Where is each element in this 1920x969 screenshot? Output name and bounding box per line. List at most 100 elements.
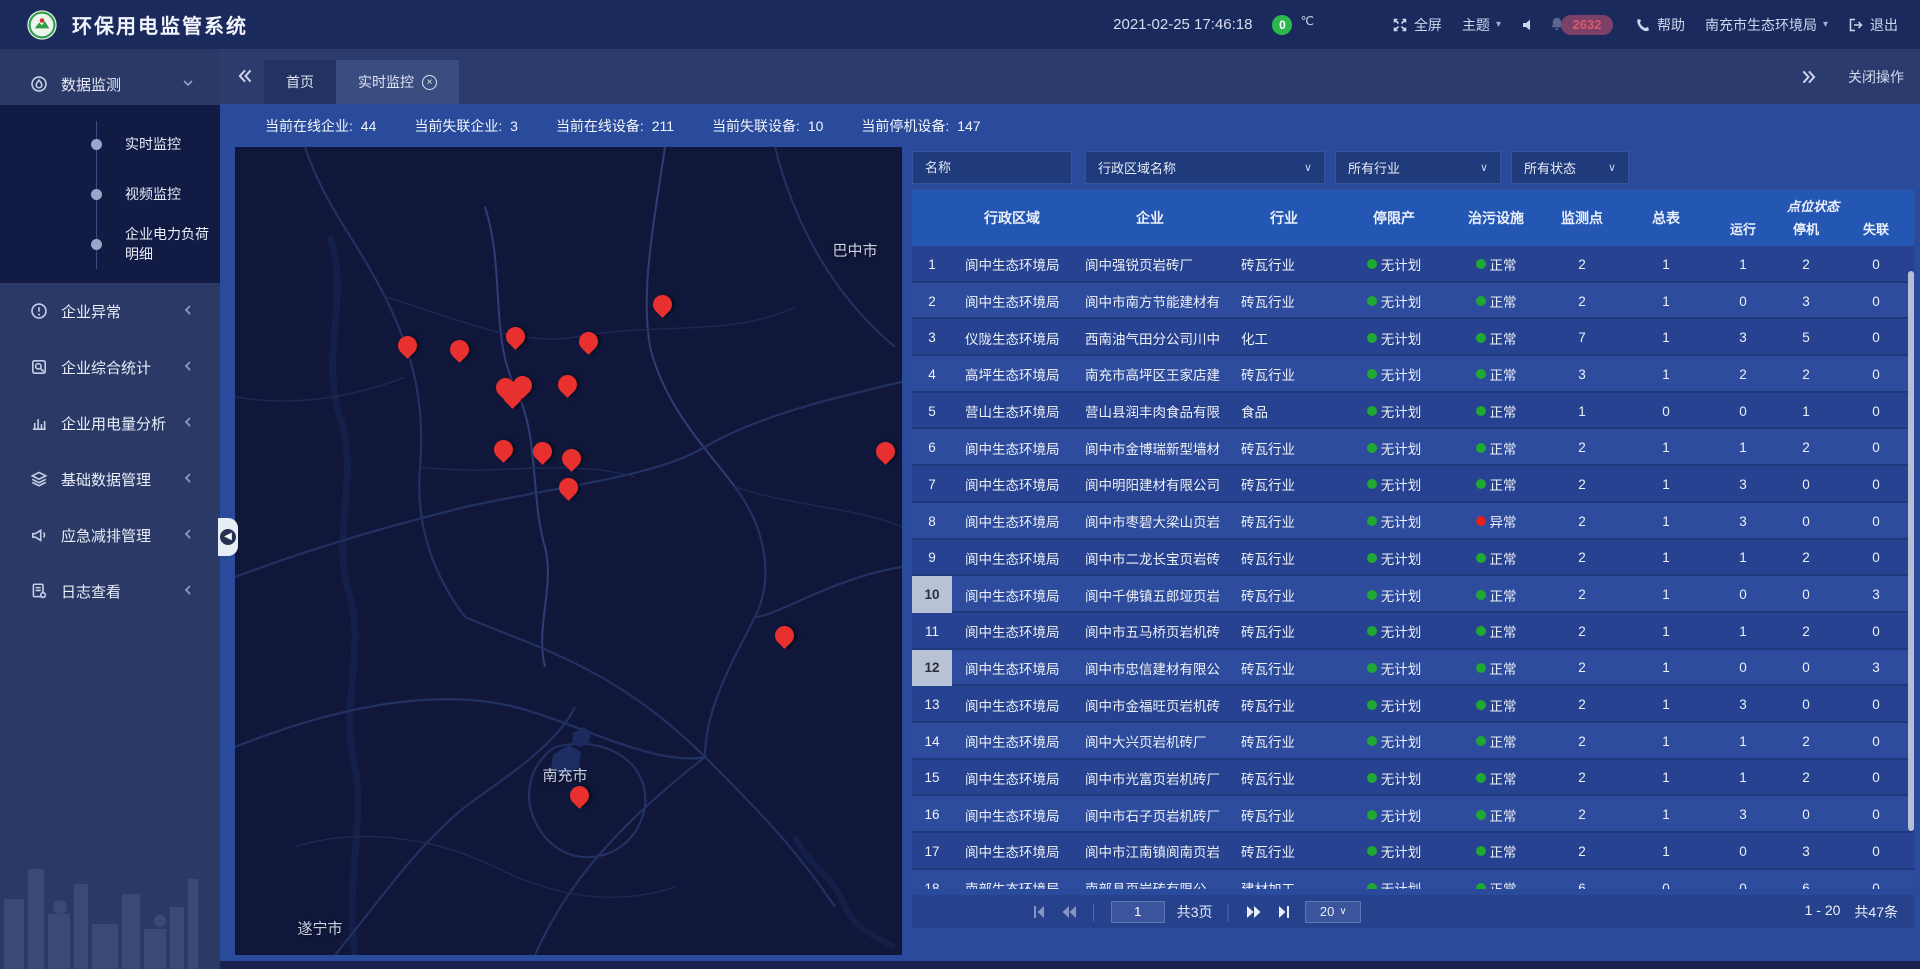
cell-company: 阆中千佛镇五郎垭页岩 bbox=[1072, 576, 1228, 613]
enterprise-table: 行政区域 企业 行业 停限产 治污设施 监测点 总表 点位状态 运行 停机 失联 bbox=[912, 190, 1914, 889]
sidebar-item-chart[interactable]: 企业用电量分析 bbox=[0, 395, 220, 451]
table-row[interactable]: 18 南部生态环境局 南部县页岩砖有限公 建材加工 无计划 正常 6 0 0 6… bbox=[912, 870, 1914, 889]
table-row[interactable]: 13 阆中生态环境局 阆中市金福旺页岩机砖 砖瓦行业 无计划 正常 2 1 3 … bbox=[912, 686, 1914, 723]
row-index: 8 bbox=[912, 503, 952, 540]
table-row[interactable]: 7 阆中生态环境局 阆中明阳建材有限公司 砖瓦行业 无计划 正常 2 1 3 0… bbox=[912, 466, 1914, 503]
cell-offline: 3 bbox=[1838, 576, 1914, 613]
cell-limit: 无计划 bbox=[1340, 760, 1448, 797]
sidebar-subitem[interactable]: 实时监控 bbox=[0, 119, 220, 169]
close-tab-icon[interactable]: × bbox=[422, 75, 437, 90]
cell-facility: 正常 bbox=[1448, 723, 1544, 760]
cell-industry: 食品 bbox=[1228, 393, 1340, 430]
page-number-input[interactable] bbox=[1111, 901, 1165, 923]
cell-offline: 3 bbox=[1838, 650, 1914, 687]
table-row[interactable]: 5 营山生态环境局 营山县润丰肉食品有限 食品 无计划 正常 1 0 0 1 0 bbox=[912, 393, 1914, 430]
tabs-scroll-right-icon[interactable] bbox=[1800, 68, 1818, 86]
tabs-scroll-left-icon[interactable] bbox=[236, 67, 254, 85]
table-row[interactable]: 3 仪陇生态环境局 西南油气田分公司川中 化工 无计划 正常 7 1 3 5 0 bbox=[912, 319, 1914, 356]
notification-area[interactable]: 2632 bbox=[1557, 15, 1615, 35]
name-search-input[interactable] bbox=[925, 160, 1059, 175]
theme-menu[interactable]: 主题▾ bbox=[1462, 15, 1501, 35]
layers-icon bbox=[30, 470, 48, 488]
table-row[interactable]: 1 阆中生态环境局 阆中强锐页岩砖厂 砖瓦行业 无计划 正常 2 1 1 2 0 bbox=[912, 246, 1914, 283]
cell-meters: 0 bbox=[1620, 870, 1712, 889]
cell-running: 3 bbox=[1712, 796, 1774, 833]
cell-limit: 无计划 bbox=[1340, 356, 1448, 393]
table-row[interactable]: 9 阆中生态环境局 阆中市二龙长宝页岩砖 砖瓦行业 无计划 正常 2 1 1 2… bbox=[912, 540, 1914, 577]
table-row[interactable]: 14 阆中生态环境局 阆中大兴页岩机砖厂 砖瓦行业 无计划 正常 2 1 1 2… bbox=[912, 723, 1914, 760]
total-rows-label: 共47条 bbox=[1854, 902, 1898, 922]
sidebar-item-log[interactable]: 日志查看 bbox=[0, 563, 220, 619]
cell-company: 阆中市南方节能建材有 bbox=[1072, 283, 1228, 320]
cell-industry: 砖瓦行业 bbox=[1228, 576, 1340, 613]
org-menu[interactable]: 南充市生态环境局▾ bbox=[1705, 15, 1828, 35]
col-meters: 总表 bbox=[1620, 190, 1712, 246]
tab[interactable]: 实时监控 × bbox=[336, 60, 459, 104]
last-page-button[interactable] bbox=[1275, 904, 1293, 920]
cell-industry: 砖瓦行业 bbox=[1228, 723, 1340, 760]
map-panel[interactable]: 巴中市南充市遂宁市 bbox=[235, 147, 902, 955]
table-row[interactable]: 4 高坪生态环境局 南充市高坪区王家店建 砖瓦行业 无计划 正常 3 1 2 2… bbox=[912, 356, 1914, 393]
region-select[interactable]: 行政区域名称∨ bbox=[1085, 151, 1325, 184]
cell-meters: 1 bbox=[1620, 246, 1712, 283]
tab[interactable]: 首页 bbox=[264, 60, 336, 104]
table-row[interactable]: 16 阆中生态环境局 阆中市石子页岩机砖厂 砖瓦行业 无计划 正常 2 1 3 … bbox=[912, 796, 1914, 833]
filter-bar: 行政区域名称∨ 所有行业∨ 所有状态∨ bbox=[912, 151, 1629, 184]
bullet-dot-icon bbox=[91, 189, 102, 200]
table-scrollbar[interactable] bbox=[1908, 271, 1914, 831]
table-row[interactable]: 12 阆中生态环境局 阆中市忠信建材有限公 砖瓦行业 无计划 正常 2 1 0 … bbox=[912, 650, 1914, 687]
sidebar-subitem[interactable]: 视频监控 bbox=[0, 169, 220, 219]
page-size-select[interactable]: 20∨ bbox=[1305, 901, 1361, 923]
sidebar-item-data-monitor[interactable]: 数据监测 bbox=[0, 63, 220, 105]
next-page-button[interactable] bbox=[1245, 904, 1263, 920]
table-row[interactable]: 10 阆中生态环境局 阆中千佛镇五郎垭页岩 砖瓦行业 无计划 正常 2 1 0 … bbox=[912, 576, 1914, 613]
table-row[interactable]: 15 阆中生态环境局 阆中市光富页岩机砖厂 砖瓦行业 无计划 正常 2 1 1 … bbox=[912, 760, 1914, 797]
cell-limit: 无计划 bbox=[1340, 613, 1448, 650]
cell-facility: 正常 bbox=[1448, 686, 1544, 723]
cell-facility: 正常 bbox=[1448, 319, 1544, 356]
cell-industry: 砖瓦行业 bbox=[1228, 833, 1340, 870]
cell-facility: 正常 bbox=[1448, 796, 1544, 833]
sidebar-collapse-handle[interactable]: ◀ bbox=[218, 518, 238, 556]
notification-badge: 2632 bbox=[1561, 15, 1613, 35]
industry-select[interactable]: 所有行业∨ bbox=[1335, 151, 1501, 184]
stat-item: 当前失联企业: 3 bbox=[414, 116, 518, 136]
table-row[interactable]: 2 阆中生态环境局 阆中市南方节能建材有 砖瓦行业 无计划 正常 2 1 0 3… bbox=[912, 283, 1914, 320]
bullet-dot-icon bbox=[91, 139, 102, 150]
sidebar-item-stats[interactable]: 企业综合统计 bbox=[0, 339, 220, 395]
table-row[interactable]: 11 阆中生态环境局 阆中市五马桥页岩机砖 砖瓦行业 无计划 正常 2 1 1 … bbox=[912, 613, 1914, 650]
sidebar-item-layers[interactable]: 基础数据管理 bbox=[0, 451, 220, 507]
help-button[interactable]: 帮助 bbox=[1635, 15, 1685, 35]
cell-meters: 1 bbox=[1620, 576, 1712, 613]
datetime: 2021-02-25 17:46:18 bbox=[1113, 16, 1252, 33]
cell-running: 3 bbox=[1712, 319, 1774, 356]
cell-facility: 正常 bbox=[1448, 283, 1544, 320]
sidebar-item-megaphone[interactable]: 应急减排管理 bbox=[0, 507, 220, 563]
status-dot-icon bbox=[1476, 590, 1486, 600]
status-select[interactable]: 所有状态∨ bbox=[1511, 151, 1629, 184]
status-dot-icon bbox=[1367, 406, 1377, 416]
cell-points: 2 bbox=[1544, 613, 1620, 650]
cell-meters: 1 bbox=[1620, 723, 1712, 760]
table-row[interactable]: 8 阆中生态环境局 阆中市枣碧大梁山页岩 砖瓦行业 无计划 异常 2 1 3 0… bbox=[912, 503, 1914, 540]
sound-toggle[interactable] bbox=[1521, 17, 1537, 33]
status-dot-icon bbox=[1367, 333, 1377, 343]
sidebar-item-warning[interactable]: 企业异常 bbox=[0, 283, 220, 339]
fullscreen-button[interactable]: 全屏 bbox=[1392, 15, 1442, 35]
cell-industry: 砖瓦行业 bbox=[1228, 613, 1340, 650]
first-page-button[interactable] bbox=[1030, 904, 1048, 920]
open-tabs: 首页 实时监控 × bbox=[264, 60, 459, 104]
cell-facility: 正常 bbox=[1448, 540, 1544, 577]
name-search-input-box[interactable] bbox=[912, 151, 1072, 184]
status-dot-icon bbox=[1367, 296, 1377, 306]
cell-facility: 正常 bbox=[1448, 870, 1544, 889]
cell-stopped: 2 bbox=[1774, 760, 1838, 797]
chevron-icon bbox=[182, 584, 194, 599]
cell-points: 3 bbox=[1544, 356, 1620, 393]
table-row[interactable]: 6 阆中生态环境局 阆中市金博瑞新型墙材 砖瓦行业 无计划 正常 2 1 1 2… bbox=[912, 429, 1914, 466]
table-row[interactable]: 17 阆中生态环境局 阆中市江南镇阆南页岩 砖瓦行业 无计划 正常 2 1 0 … bbox=[912, 833, 1914, 870]
close-operations-button[interactable]: 关闭操作 bbox=[1848, 67, 1904, 87]
prev-page-button[interactable] bbox=[1060, 904, 1078, 920]
sidebar-subitem[interactable]: 企业电力负荷明细 bbox=[0, 219, 220, 269]
logout-button[interactable]: 退出 bbox=[1848, 15, 1898, 35]
